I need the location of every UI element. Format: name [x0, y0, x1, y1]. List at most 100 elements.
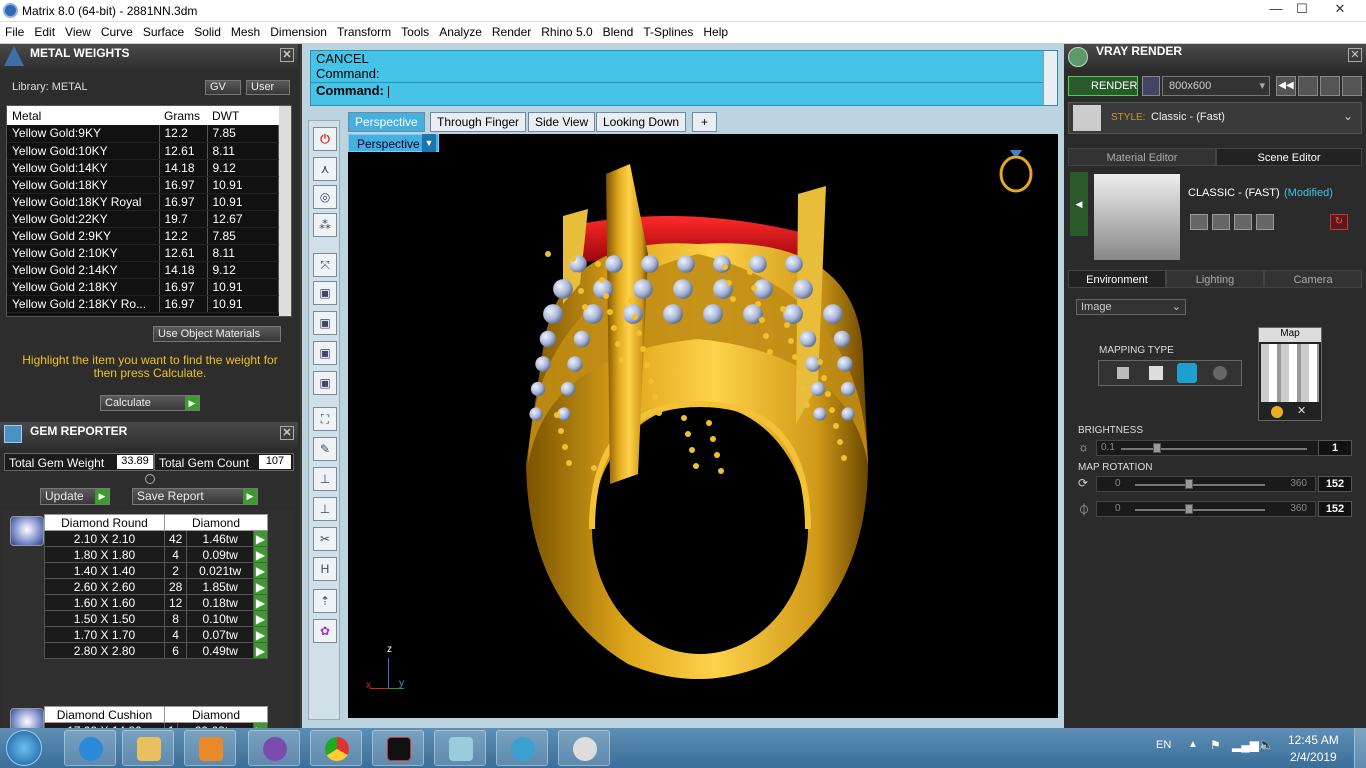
- gem-select-button[interactable]: ▶: [253, 594, 268, 611]
- clock-time[interactable]: 12:45 AM: [1288, 733, 1339, 747]
- metal-row[interactable]: Yellow Gold:22KY 19.7 12.67: [7, 210, 279, 228]
- start-button-icon[interactable]: [6, 730, 42, 766]
- gumball-r-icon[interactable]: ⊥: [313, 497, 337, 521]
- list-icon[interactable]: [1320, 76, 1340, 96]
- metal-row[interactable]: Yellow Gold:10KY 12.61 8.11: [7, 142, 279, 160]
- user-toggle[interactable]: User: [246, 80, 290, 95]
- mapping-cube-icon[interactable]: [1149, 366, 1163, 380]
- flower-icon[interactable]: ✿: [313, 619, 337, 643]
- eraser-icon[interactable]: ✎: [313, 437, 337, 461]
- menu-curve[interactable]: Curve: [96, 22, 138, 39]
- tray-volume-icon[interactable]: 🔈: [1258, 737, 1274, 753]
- gem-select-button[interactable]: ▶: [253, 562, 268, 579]
- menu-file[interactable]: File: [0, 22, 29, 39]
- taskbar-matrix[interactable]: [496, 730, 548, 766]
- command-scrollbar[interactable]: [1043, 51, 1057, 105]
- menu-surface[interactable]: Surface: [138, 22, 189, 39]
- ring-orientation-icon[interactable]: [996, 142, 1036, 196]
- mapping-sphere-icon[interactable]: [1177, 363, 1197, 383]
- use-object-materials-toggle[interactable]: Use Object Materials: [153, 326, 281, 342]
- metal-row[interactable]: Yellow Gold 2:18KY Ro... 16.97 10.91: [7, 295, 279, 313]
- taskbar-chrome[interactable]: [310, 730, 362, 766]
- update-button[interactable]: Update ▶: [40, 488, 110, 505]
- menu-analyze[interactable]: Analyze: [434, 22, 487, 39]
- save-scene-icon[interactable]: [1190, 214, 1208, 230]
- tab-scene-editor[interactable]: Scene Editor: [1216, 148, 1362, 166]
- taskbar-notes[interactable]: [434, 730, 486, 766]
- gem-row[interactable]: 1.40 X 1.40 2 0.021tw ▶: [44, 562, 268, 579]
- metal-weights-close-icon[interactable]: ✕: [280, 48, 294, 62]
- menu-transform[interactable]: Transform: [332, 22, 396, 39]
- mapping-dome-icon[interactable]: [1213, 366, 1227, 380]
- rewind-icon[interactable]: ◀◀: [1276, 76, 1296, 96]
- metal-table-scrollbar[interactable]: [279, 106, 291, 316]
- gem-select-button[interactable]: ▶: [253, 530, 268, 547]
- close-button[interactable]: ✕: [1322, 0, 1358, 20]
- col-metal[interactable]: Metal: [7, 106, 159, 125]
- taskbar-paint[interactable]: [558, 730, 610, 766]
- brightness-slider[interactable]: 0.1 5: [1096, 440, 1334, 456]
- taskbar-ie[interactable]: [64, 730, 116, 766]
- maximize-button[interactable]: ☐: [1284, 0, 1320, 20]
- tab-through-finger[interactable]: Through Finger: [430, 112, 527, 132]
- taskbar-app-red[interactable]: [372, 730, 424, 766]
- environment-type-select[interactable]: Image ⌄: [1076, 299, 1186, 315]
- tripod-icon[interactable]: ⋏: [313, 157, 337, 181]
- metal-row[interactable]: Yellow Gold 2:10KY 12.61 8.11: [7, 244, 279, 262]
- gem-select-button[interactable]: ▶: [253, 578, 268, 595]
- cube-front-icon[interactable]: ▣: [313, 311, 337, 335]
- gem-row[interactable]: 2.60 X 2.60 28 1.85tw ▶: [44, 578, 268, 595]
- map-color-icon[interactable]: [1271, 406, 1283, 418]
- metal-row[interactable]: Yellow Gold:9KY 12.2 7.85: [7, 125, 279, 143]
- menu-solid[interactable]: Solid: [189, 22, 226, 39]
- menu-dimension[interactable]: Dimension: [265, 22, 332, 39]
- render-button[interactable]: RENDER: [1068, 76, 1138, 96]
- metal-row[interactable]: Yellow Gold 2:14KY 14.18 9.12: [7, 261, 279, 279]
- mapping-planar-icon[interactable]: [1117, 367, 1129, 379]
- tab-add-button[interactable]: +: [692, 112, 718, 132]
- reset-scene-icon[interactable]: ↻: [1330, 214, 1348, 230]
- menu-tools[interactable]: Tools: [396, 22, 434, 39]
- settings-icon[interactable]: [1298, 76, 1318, 96]
- scene-expand-icon[interactable]: ◀: [1070, 172, 1088, 236]
- col-grams[interactable]: Grams: [159, 106, 207, 125]
- taskbar-media[interactable]: [184, 730, 236, 766]
- import-scene-icon[interactable]: [1256, 214, 1274, 230]
- map-clear-icon[interactable]: ✕: [1297, 404, 1306, 417]
- metal-row[interactable]: Yellow Gold 2:18KY 16.97 10.91: [7, 278, 279, 296]
- tab-side-view[interactable]: Side View: [528, 112, 596, 132]
- gv-toggle[interactable]: GV: [205, 80, 241, 95]
- gem-select-button[interactable]: ▶: [253, 546, 268, 563]
- cube-top-icon[interactable]: ▣: [313, 281, 337, 305]
- tray-network-icon[interactable]: ▂▄▆: [1232, 738, 1259, 752]
- rotation-slider-2[interactable]: 0 360: [1096, 501, 1316, 517]
- splitter-handle[interactable]: [145, 474, 155, 484]
- style-select[interactable]: STYLE: Classic - (Fast) ⌄: [1068, 102, 1362, 134]
- menu-view[interactable]: View: [60, 22, 96, 39]
- cut-icon[interactable]: ✂: [313, 527, 337, 551]
- clock-date[interactable]: 2/4/2019: [1290, 750, 1337, 764]
- menu-mesh[interactable]: Mesh: [226, 22, 265, 39]
- tab-perspective[interactable]: Perspective: [348, 112, 425, 132]
- tab-lighting[interactable]: Lighting: [1166, 270, 1264, 288]
- gem-select-button[interactable]: ▶: [253, 626, 268, 643]
- taskbar-viber[interactable]: [248, 730, 300, 766]
- menu-help[interactable]: Help: [698, 22, 733, 39]
- tab-environment[interactable]: Environment: [1068, 270, 1166, 288]
- command-prompt[interactable]: Command:: [311, 82, 1057, 98]
- power-icon[interactable]: ⏻: [313, 127, 337, 151]
- rotation-value-2[interactable]: 152: [1318, 501, 1352, 517]
- metal-row[interactable]: Yellow Gold 2:9KY 12.2 7.85: [7, 227, 279, 245]
- vray-close-icon[interactable]: ✕: [1348, 48, 1362, 62]
- menu-blend[interactable]: Blend: [598, 22, 639, 39]
- render-eye-icon[interactable]: [1142, 76, 1160, 96]
- gem-select-button[interactable]: ▶: [253, 642, 268, 659]
- metal-table-container[interactable]: Metal Grams DWT Yellow Gold:9KY 12.2 7.85 Y…: [6, 105, 292, 317]
- col-dwt[interactable]: DWT: [207, 106, 279, 125]
- menu-edit[interactable]: Edit: [29, 22, 60, 39]
- tab-looking-down[interactable]: Looking Down: [596, 112, 687, 132]
- metal-row[interactable]: Yellow Gold:14KY 14.18 9.12: [7, 159, 279, 177]
- resolution-select[interactable]: 800x600 ▾: [1162, 76, 1270, 96]
- gem-row[interactable]: 2.80 X 2.80 6 0.49tw ▶: [44, 642, 268, 659]
- h-box-icon[interactable]: H: [313, 557, 337, 581]
